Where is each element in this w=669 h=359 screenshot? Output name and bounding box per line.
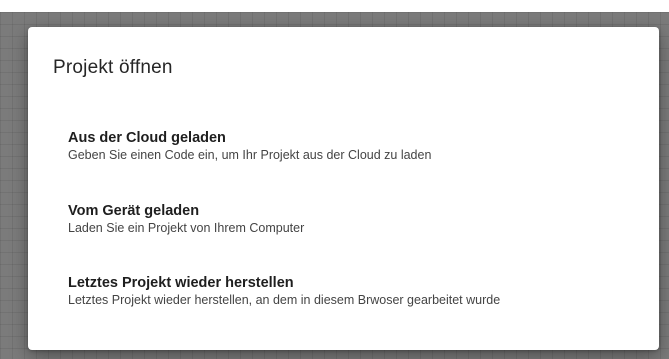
option-load-from-cloud[interactable]: Aus der Cloud geladen Geben Sie einen Co… (68, 129, 638, 163)
app-header-strip (0, 0, 669, 12)
option-title: Vom Gerät geladen (68, 203, 200, 219)
option-description: Geben Sie einen Code ein, um Ihr Projekt… (68, 148, 432, 162)
dialog-title: Projekt öffnen (53, 57, 173, 78)
option-load-from-device[interactable]: Vom Gerät geladen Laden Sie ein Projekt … (68, 202, 638, 236)
option-description: Laden Sie ein Projekt von Ihrem Computer (68, 221, 305, 235)
option-restore-last-project[interactable]: Letztes Projekt wieder herstellen Letzte… (68, 274, 638, 308)
open-project-dialog: Projekt öffnen Aus der Cloud geladen Geb… (28, 27, 659, 350)
option-title: Aus der Cloud geladen (68, 130, 226, 146)
option-title: Letztes Projekt wieder herstellen (68, 275, 294, 291)
option-description: Letztes Projekt wieder herstellen, an de… (68, 293, 501, 307)
